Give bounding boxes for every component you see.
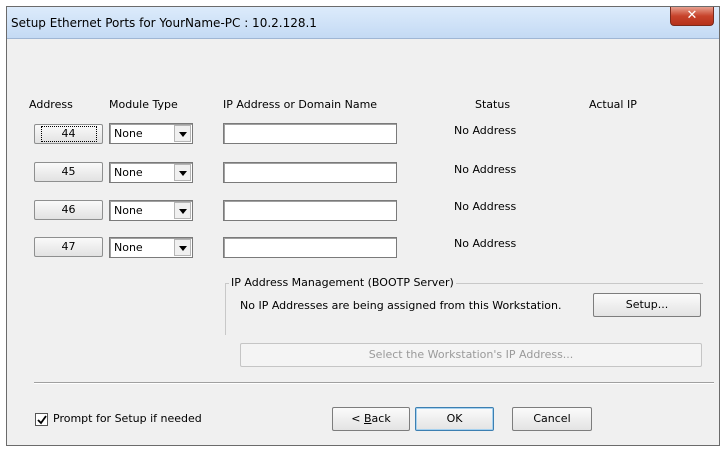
address-label: 46: [61, 203, 76, 216]
ok-button[interactable]: OK: [415, 407, 494, 431]
status-row-4: No Address: [454, 237, 517, 250]
ok-button-label: OK: [446, 412, 463, 425]
module-type-select-row-2[interactable]: None: [109, 162, 193, 183]
address-button-row-1[interactable]: 44: [34, 124, 103, 144]
module-type-select-row-4[interactable]: None: [109, 237, 193, 258]
column-header-address: Address: [29, 98, 73, 111]
select-workstation-ip-label: Select the Workstation's IP Address...: [368, 348, 574, 361]
cancel-button-label: Cancel: [533, 412, 571, 425]
setup-ethernet-ports-dialog: Setup Ethernet Ports for YourName-PC : 1…: [6, 6, 720, 446]
module-type-value: None: [114, 127, 143, 140]
module-type-value: None: [114, 166, 143, 179]
ip-input-row-1[interactable]: [223, 123, 397, 144]
column-header-actual-ip: Actual IP: [589, 98, 637, 111]
status-row-3: No Address: [454, 200, 517, 213]
select-workstation-ip-button[interactable]: Select the Workstation's IP Address...: [240, 343, 702, 367]
column-header-ip: IP Address or Domain Name: [223, 98, 378, 111]
status-row-2: No Address: [454, 163, 517, 176]
module-type-select-row-3[interactable]: None: [109, 200, 193, 221]
prompt-for-setup-checkbox[interactable]: [35, 413, 48, 426]
address-label: 47: [61, 240, 76, 253]
module-type-select-row-1[interactable]: None: [109, 123, 193, 144]
ip-input-row-3[interactable]: [223, 200, 397, 221]
address-button-row-4[interactable]: 47: [34, 237, 103, 257]
module-type-value: None: [114, 241, 143, 254]
title-bar[interactable]: Setup Ethernet Ports for YourName-PC : 1…: [7, 7, 719, 39]
back-button-label: < Back: [351, 412, 391, 425]
close-icon: ✕: [686, 8, 698, 23]
bootp-message: No IP Addresses are being assigned from …: [240, 299, 562, 312]
column-header-status: Status: [475, 98, 511, 111]
bootp-group-legend: IP Address Management (BOOTP Server): [229, 276, 456, 289]
chevron-down-icon[interactable]: [174, 239, 191, 256]
address-label: 45: [61, 165, 76, 178]
back-button[interactable]: < Back: [332, 407, 410, 431]
address-button-row-2[interactable]: 45: [34, 162, 103, 182]
ip-input-row-2[interactable]: [223, 162, 397, 183]
chevron-down-icon[interactable]: [174, 202, 191, 219]
address-button-row-3[interactable]: 46: [34, 200, 103, 220]
ip-input-row-4[interactable]: [223, 237, 397, 258]
footer-divider: [34, 382, 714, 384]
prompt-for-setup-label[interactable]: Prompt for Setup if needed: [53, 412, 202, 425]
setup-button-label: Setup...: [625, 298, 669, 311]
chevron-down-icon[interactable]: [174, 125, 191, 142]
window-title: Setup Ethernet Ports for YourName-PC : 1…: [11, 16, 317, 30]
column-header-module-type: Module Type: [109, 98, 178, 111]
chevron-down-icon[interactable]: [174, 164, 191, 181]
close-button[interactable]: ✕: [670, 7, 714, 26]
cancel-button[interactable]: Cancel: [512, 407, 592, 431]
status-row-1: No Address: [454, 124, 517, 137]
checkmark-icon: [37, 415, 47, 425]
address-label: 44: [40, 126, 97, 142]
module-type-value: None: [114, 204, 143, 217]
setup-button[interactable]: Setup...: [593, 293, 701, 317]
